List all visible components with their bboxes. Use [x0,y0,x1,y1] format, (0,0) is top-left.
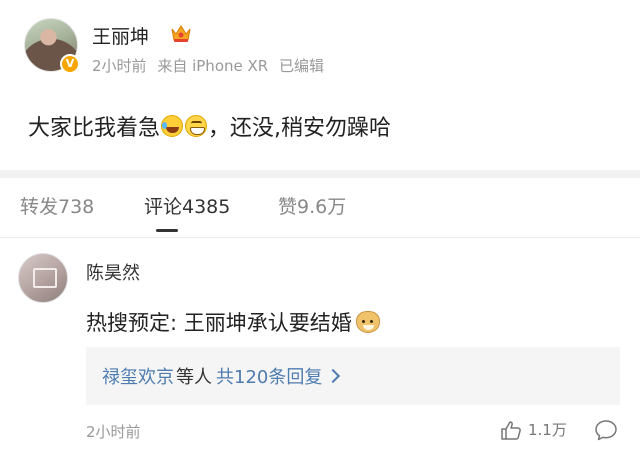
comment-like-count: 1.1万 [528,421,567,439]
weibo-post: V 王丽坤 2小时前 来自 iPhone XR 已编辑 大家比我着急 ，还没,稍… [0,0,640,170]
reply-count-link[interactable]: 共120条回复 [216,363,322,389]
interaction-tabs: 转发738 评论4385 赞9.6万 [0,178,640,238]
tab-comments[interactable]: 评论4385 [144,192,230,219]
comment-bubble-icon[interactable] [594,419,618,441]
comment-text: 热搜预定: 王丽坤承认要结婚 [86,307,381,337]
comment-like-button[interactable]: 1.1万 [500,419,567,440]
tab-reposts[interactable]: 转发738 [20,192,94,219]
chevron-right-icon [326,368,341,384]
post-text: 大家比我着急 ，还没,稍安勿躁哈 [28,110,391,142]
laugh-cry-emoji-icon [161,115,184,137]
active-tab-indicator [156,229,178,232]
post-meta: 2小时前 来自 iPhone XR 已编辑 [92,55,330,76]
post-username[interactable]: 王丽坤 [92,22,149,49]
comment-time: 2小时前 [86,423,141,441]
post-time: 2小时前 [92,57,147,75]
thumbs-up-icon[interactable] [500,420,522,440]
comment-avatar[interactable] [18,253,68,303]
crown-icon [171,25,191,42]
reply-user-link[interactable]: 禄玺欢京 [102,363,174,389]
post-source: 来自 iPhone XR [157,57,269,75]
post-text-after: ，还没,稍安勿躁哈 [208,116,392,141]
grin-emoji-icon [185,115,208,137]
section-divider [0,170,640,178]
verified-badge-icon: V [60,54,80,74]
replies-summary[interactable]: 禄玺欢京 等人 共120条回复 [102,363,341,389]
post-text-before: 大家比我着急 [28,116,161,141]
post-edited-label: 已编辑 [278,57,324,75]
replies-preview[interactable]: 禄玺欢京 等人 共120条回复 [86,347,620,405]
comment-text-content: 热搜预定: 王丽坤承认要结婚 [86,311,352,335]
reply-others-label: 等人 [176,367,212,388]
doge-emoji-icon [355,311,380,333]
comment-item: 陈昊然 热搜预定: 王丽坤承认要结婚 禄玺欢京 等人 共120条回复 2小时前 … [0,239,640,455]
tab-likes[interactable]: 赞9.6万 [278,192,346,219]
post-avatar[interactable]: V [24,18,80,74]
comment-username[interactable]: 陈昊然 [86,259,140,285]
